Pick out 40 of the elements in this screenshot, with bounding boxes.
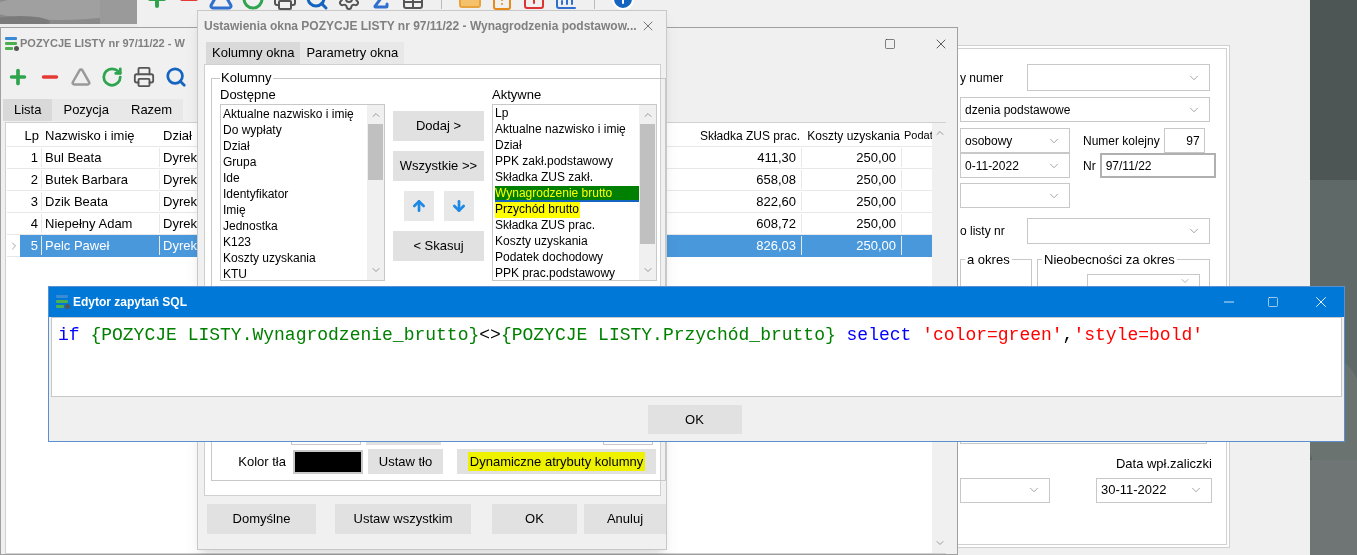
table-cell-text: Dyrek: [162, 236, 198, 255]
window-title: Edytor zapytań SQL: [73, 294, 188, 311]
table-cell: 3: [20, 191, 42, 212]
field-label: Numer kolejny: [1083, 132, 1160, 150]
table-cell: 411,30: [688, 147, 802, 168]
group-title: Nieobecności za okres: [1043, 251, 1176, 269]
window-title: POZYCJE LISTY nr 97/11/22 - W: [20, 36, 185, 52]
code-line: if {POZYCJE LISTY.Wynagrodzenie_brutto}<>{POZYCJE LISTY.Przychód_brutto} select 'color=green','style=bold': [58, 324, 1204, 347]
table-cell: 250,00: [802, 235, 902, 256]
table-cell: Niepełny Adam: [42, 213, 160, 234]
field-label: o listy nr: [960, 223, 1006, 240]
table-cell: 5: [20, 235, 42, 256]
table-cell: Dzik Beata: [42, 191, 160, 212]
table-cell-text: Dyrek: [162, 192, 198, 211]
field-label: Kolor tła: [237, 452, 286, 471]
field-label: y numer: [960, 69, 1005, 87]
list-label: Dostępne: [220, 87, 277, 102]
table-cell-text: Dyrek: [162, 148, 198, 167]
table-cell: Pelc Paweł: [42, 235, 160, 256]
table-cell-text: Dyrek: [162, 214, 198, 233]
list-label: Aktywne: [492, 87, 543, 102]
table-cell: 250,00: [802, 169, 902, 190]
table-cell-text: Dyrek: [162, 170, 198, 189]
table-cell: Bul Beata: [42, 147, 160, 168]
table-cell: 1: [20, 147, 42, 168]
table-cell: 826,03: [688, 235, 802, 256]
table-cell: 250,00: [802, 147, 902, 168]
table-cell: 608,72: [688, 213, 802, 234]
table-cell: 822,60: [688, 191, 802, 212]
table-cell: 250,00: [802, 213, 902, 234]
field-label: Nr: [1083, 157, 1096, 175]
table-cell: 250,00: [802, 191, 902, 212]
field-label: Data wpł.zaliczki: [1115, 455, 1212, 473]
table-cell: 4: [20, 213, 42, 234]
dialog-title: Ustawienia okna POZYCJE LISTY nr 97/11/22 - Wynagrodzenia podstawow...: [204, 18, 637, 35]
table-cell: Butek Barbara: [42, 169, 160, 190]
table-cell: 2: [20, 169, 42, 190]
group-title: Kolumny: [220, 71, 273, 85]
group-title: a okres: [966, 251, 1011, 269]
table-cell: 658,08: [688, 169, 802, 190]
